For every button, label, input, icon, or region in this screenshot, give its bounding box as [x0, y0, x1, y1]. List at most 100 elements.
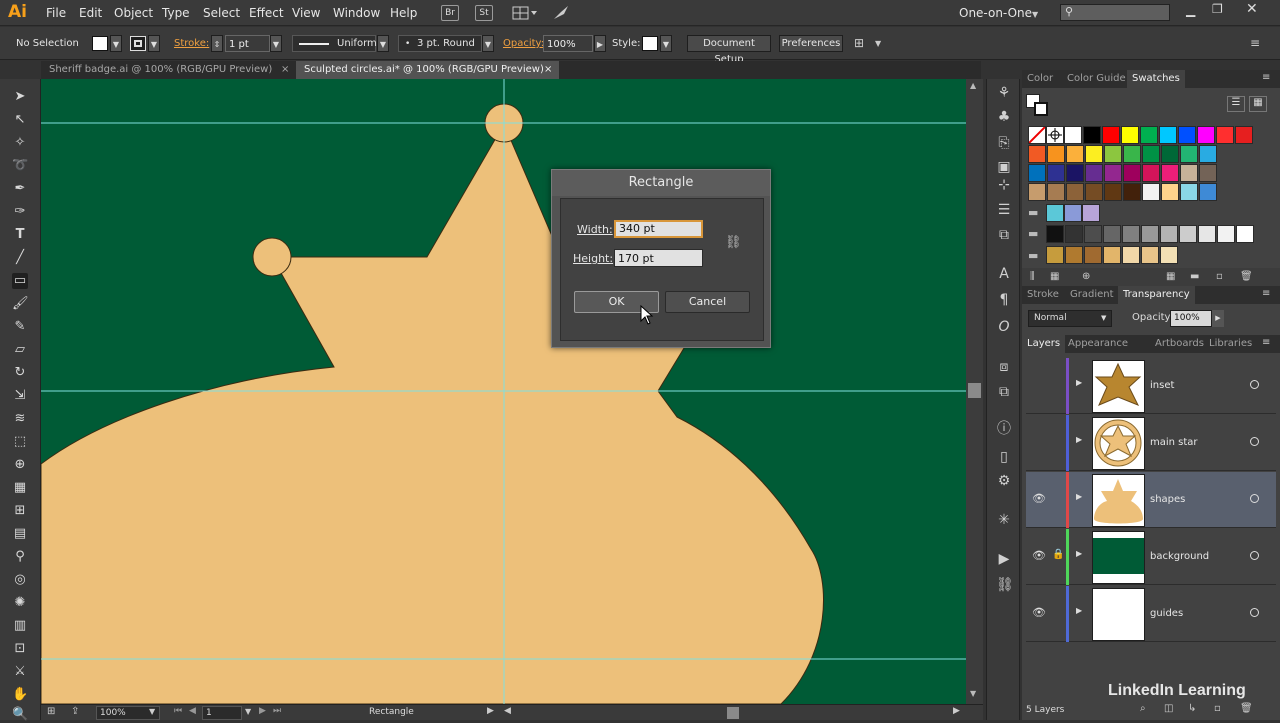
swatch[interactable]	[1159, 126, 1177, 144]
slice-tool-icon[interactable]: ⚔	[12, 664, 28, 680]
stroke-dropdown[interactable]: ▼	[148, 35, 160, 52]
swatch[interactable]	[1066, 183, 1084, 201]
scroll-down-icon[interactable]: ▼	[970, 689, 976, 698]
show-kinds-icon[interactable]: ▦	[1050, 271, 1059, 282]
pen-tool-icon[interactable]: ✒	[12, 181, 28, 197]
share-icon[interactable]: ⇪	[71, 706, 79, 717]
registration-swatch[interactable]	[1046, 126, 1064, 144]
swatch[interactable]	[1180, 183, 1198, 201]
tab-gradient[interactable]: Gradient	[1065, 286, 1119, 304]
swatch[interactable]	[1065, 225, 1083, 243]
eye-icon[interactable]: 👁	[1032, 492, 1046, 505]
menu-view[interactable]: View	[292, 6, 320, 20]
magic-wand-icon[interactable]: ✧	[12, 135, 28, 151]
transform-icon[interactable]: ⊹	[996, 177, 1012, 193]
target-icon[interactable]	[1250, 608, 1259, 617]
swatch[interactable]	[1142, 164, 1160, 182]
tab-artboards[interactable]: Artboards	[1150, 335, 1209, 353]
stock-icon[interactable]: St	[475, 5, 493, 21]
curvature-tool-icon[interactable]: ✑	[12, 204, 28, 220]
actions-icon[interactable]: ▶	[996, 551, 1012, 567]
swatch[interactable]	[1179, 225, 1197, 243]
swatch[interactable]	[1046, 225, 1064, 243]
last-artboard-icon[interactable]: ⏭	[273, 706, 281, 716]
swatch[interactable]	[1123, 164, 1141, 182]
navigator-icon[interactable]: ✳	[996, 512, 1012, 528]
target-icon[interactable]	[1250, 380, 1259, 389]
close-icon[interactable]: ×	[281, 61, 289, 79]
character-icon[interactable]: A	[996, 266, 1012, 282]
shape-builder-icon[interactable]: ⊕	[12, 457, 28, 473]
profile-dropdown[interactable]: ▼	[377, 35, 389, 52]
swatch[interactable]	[1180, 145, 1198, 163]
tab-libraries[interactable]: Libraries	[1204, 335, 1257, 353]
swatch[interactable]	[1064, 204, 1082, 222]
line-tool-icon[interactable]: ╱	[12, 250, 28, 266]
swatch[interactable]	[1047, 145, 1065, 163]
swatch[interactable]	[1066, 145, 1084, 163]
panel-menu-icon[interactable]: ≡	[1250, 36, 1260, 50]
fill-swatch[interactable]	[92, 36, 108, 51]
align-icon[interactable]: ☰	[996, 202, 1012, 218]
paragraph-icon[interactable]: ¶	[996, 292, 1012, 308]
scroll-thumb[interactable]	[968, 383, 981, 398]
chevron-down-icon[interactable]: ▼	[245, 707, 251, 716]
layer-row-inset[interactable]: ▶ inset	[1026, 358, 1276, 414]
list-view-icon[interactable]: ☰	[1227, 96, 1245, 112]
swatch[interactable]	[1197, 126, 1215, 144]
style-dropdown[interactable]: ▼	[660, 35, 672, 52]
swatch[interactable]	[1047, 183, 1065, 201]
swatch[interactable]	[1217, 225, 1235, 243]
link-icon[interactable]: ⛓	[996, 577, 1014, 593]
tab-appearance[interactable]: Appearance	[1063, 335, 1133, 353]
swatch[interactable]	[1198, 225, 1216, 243]
tab-layers[interactable]: Layers	[1022, 335, 1066, 353]
menu-select[interactable]: Select	[203, 6, 240, 20]
swatch[interactable]	[1103, 225, 1121, 243]
artboard-canvas[interactable]	[41, 79, 966, 704]
tab-transparency[interactable]: Transparency	[1118, 286, 1195, 304]
gradient-tool-icon[interactable]: ▤	[12, 526, 28, 542]
style-swatch[interactable]	[642, 36, 658, 51]
swatch[interactable]	[1104, 183, 1122, 201]
artboard-number-field[interactable]: 1	[202, 706, 242, 720]
swatch[interactable]	[1140, 126, 1158, 144]
target-icon[interactable]	[1250, 494, 1259, 503]
opacity-arrow[interactable]: ▶	[594, 35, 606, 52]
perspective-grid-icon[interactable]: ▦	[12, 480, 28, 496]
lock-icon[interactable]: 🔒	[1052, 549, 1064, 560]
swatch[interactable]	[1064, 126, 1082, 144]
menu-file[interactable]: File	[46, 6, 66, 20]
locate-object-icon[interactable]: ⌕	[1140, 703, 1146, 714]
opentype-icon[interactable]: O	[996, 319, 1012, 335]
variable-width-profile[interactable]: Uniform	[292, 35, 377, 52]
rectangle-tool-icon[interactable]: ▭	[12, 273, 28, 289]
stroke-swatch[interactable]	[130, 36, 146, 51]
target-icon[interactable]	[1250, 437, 1259, 446]
eye-icon[interactable]: 👁	[1032, 606, 1046, 619]
swatch[interactable]	[1103, 246, 1121, 264]
restore-icon[interactable]: ❐	[1212, 2, 1223, 16]
swatch[interactable]	[1082, 204, 1100, 222]
opacity-field[interactable]: 100%	[1170, 310, 1212, 327]
menu-effect[interactable]: Effect	[249, 6, 284, 20]
swatch-options-icon[interactable]: ⊕	[1082, 271, 1090, 282]
cancel-button[interactable]: Cancel	[665, 291, 750, 313]
expand-arrow-icon[interactable]: ▶	[1076, 606, 1082, 615]
scroll-up-icon[interactable]: ▲	[970, 81, 976, 90]
tab-sheriff-badge[interactable]: Sheriff badge.ai @ 100% (RGB/GPU Preview…	[41, 61, 296, 79]
menu-type[interactable]: Type	[162, 6, 190, 20]
left-circle[interactable]	[252, 237, 292, 277]
swatch[interactable]	[1122, 225, 1140, 243]
eraser-icon[interactable]: ▱	[12, 342, 28, 358]
selection-tool-icon[interactable]: ➤	[12, 89, 28, 105]
swatch[interactable]	[1180, 164, 1198, 182]
menu-window[interactable]: Window	[333, 6, 380, 20]
opacity-field[interactable]: 100%	[543, 35, 593, 52]
paintbrush-icon[interactable]: 🖌	[12, 296, 29, 312]
swatch[interactable]	[1085, 145, 1103, 163]
tab-stroke[interactable]: Stroke	[1022, 286, 1064, 304]
swatch[interactable]	[1028, 164, 1046, 182]
clipping-mask-icon[interactable]: ◫	[1164, 703, 1173, 714]
status-menu-arrow[interactable]: ▶	[487, 706, 494, 716]
